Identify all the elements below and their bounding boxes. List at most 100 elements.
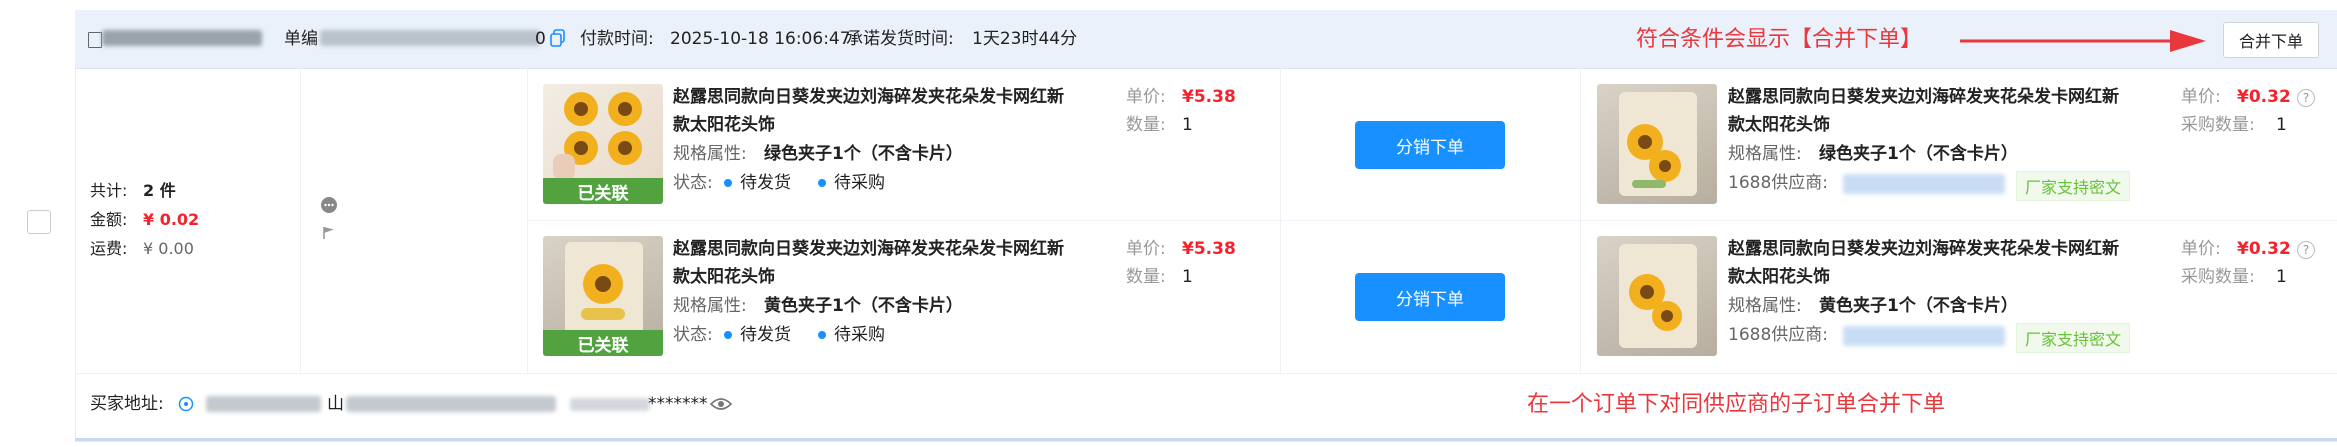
product-image[interactable]: 已关联 <box>543 236 663 356</box>
product-title-line2[interactable]: 款太阳花头饰 <box>673 114 775 136</box>
distribution-order-button[interactable]: 分销下单 <box>1355 273 1505 321</box>
status-label: 状态: <box>673 173 713 193</box>
linked-tag: 已关联 <box>543 330 663 356</box>
status-dot <box>818 331 826 339</box>
product-title-line1[interactable]: 赵露思同款向日葵发夹边刘海碎发夹花朵发卡网红新 <box>673 238 1064 260</box>
spec-label: 规格属性: <box>673 144 747 164</box>
order-number-mask <box>102 30 262 46</box>
status-pending-ship-text: 待发货 <box>740 173 791 193</box>
top-annotation: 符合条件会显示【合并下单】 <box>1636 27 1923 52</box>
status-pending-ship: 待发货 <box>718 172 791 194</box>
address-mask-1 <box>206 396 321 412</box>
order-card <box>75 10 2337 442</box>
status-pending-ship: 待发货 <box>718 324 791 346</box>
status-pending-purchase: 待采购 <box>812 324 885 346</box>
price-value: ¥5.38 <box>1182 87 1236 107</box>
ship-promise-value: 1天23时44分 <box>972 29 1078 49</box>
ship-promise-label: 承诺发货时间: <box>846 29 954 49</box>
linked-tag: 已关联 <box>543 178 663 204</box>
price-label: 单价: <box>1126 87 1166 107</box>
supplier-spec-value: 黄色夹子1个（不含卡片） <box>1819 296 2018 316</box>
bottom-annotation: 在一个订单下对同供应商的子订单合并下单 <box>1527 392 1946 417</box>
purchase-qty-value: 1 <box>2276 115 2287 135</box>
supplier-name-mask <box>1843 174 2005 194</box>
order-icon <box>88 32 102 48</box>
supplier-price-label: 单价: <box>2181 239 2221 259</box>
location-icon <box>178 396 194 412</box>
encryption-support-badge: 厂家支持密文 <box>2016 171 2131 201</box>
supplier-product-image[interactable] <box>1597 84 1717 204</box>
arrow-icon <box>1960 30 2206 52</box>
help-icon[interactable]: ? <box>2297 241 2315 259</box>
help-icon[interactable]: ? <box>2297 89 2315 107</box>
status-pending-ship-text: 待发货 <box>740 325 791 345</box>
qty-value: 1 <box>1182 115 1193 135</box>
supplier-spec-value: 绿色夹子1个（不含卡片） <box>1819 144 2018 164</box>
status-pending-purchase-text: 待采购 <box>834 325 885 345</box>
status-dot <box>818 179 826 187</box>
supplier-title-line2[interactable]: 款太阳花头饰 <box>1728 114 1830 136</box>
row-divider <box>527 220 2337 221</box>
price-value: ¥5.38 <box>1182 239 1236 259</box>
sunflower-card-illustration <box>1619 92 1697 196</box>
purchase-qty-label: 采购数量: <box>2181 267 2255 287</box>
status-label: 状态: <box>673 325 713 345</box>
qty-value: 1 <box>1182 267 1193 287</box>
address-mask-3 <box>570 398 650 411</box>
distribution-order-button[interactable]: 分销下单 <box>1355 121 1505 169</box>
status-pending-purchase: 待采购 <box>812 172 885 194</box>
supplier-product-image[interactable] <box>1597 236 1717 356</box>
divider-summary <box>300 68 301 373</box>
supplier-title-line2[interactable]: 款太阳花头饰 <box>1728 266 1830 288</box>
order-number-label: 单编 <box>284 29 318 49</box>
supplier-name-mask <box>1843 326 2005 346</box>
supplier-title-line1[interactable]: 赵露思同款向日葵发夹边刘海碎发夹花朵发卡网红新 <box>1728 238 2119 260</box>
supplier-spec-label: 规格属性: <box>1728 144 1802 164</box>
purchase-qty-label: 采购数量: <box>2181 115 2255 135</box>
address-masked-text: ******* <box>648 394 708 414</box>
eye-icon[interactable] <box>710 397 732 411</box>
product-image[interactable]: 已关联 <box>543 84 663 204</box>
amount-value: ¥ 0.02 <box>143 210 200 229</box>
supplier-price-value: ¥0.32 <box>2237 239 2291 259</box>
pay-time-value: 2025-10-18 16:06:47 <box>670 29 851 49</box>
address-label: 买家地址: <box>90 394 164 414</box>
product-title-line1[interactable]: 赵露思同款向日葵发夹边刘海碎发夹花朵发卡网红新 <box>673 86 1064 108</box>
address-char: 山 <box>327 394 344 414</box>
merge-order-button[interactable]: 合并下单 <box>2223 22 2319 58</box>
product-title-line2[interactable]: 款太阳花头饰 <box>673 266 775 288</box>
card-bottom-border <box>75 438 2337 441</box>
supplier-price-value: ¥0.32 <box>2237 87 2291 107</box>
order-id-tail: 0 <box>535 29 546 49</box>
supplier-name-label: 1688供应商: <box>1728 173 1828 193</box>
comment-icon[interactable] <box>320 196 338 214</box>
qty-label: 数量: <box>1126 267 1166 287</box>
qty-label: 数量: <box>1126 115 1166 135</box>
status-pending-purchase-text: 待采购 <box>834 173 885 193</box>
supplier-spec-label: 规格属性: <box>1728 296 1802 316</box>
shipping-label: 运费: <box>90 239 128 258</box>
select-checkbox[interactable] <box>27 210 51 234</box>
supplier-title-line1[interactable]: 赵露思同款向日葵发夹边刘海碎发夹花朵发卡网红新 <box>1728 86 2119 108</box>
total-count: 2 件 <box>143 181 176 200</box>
address-divider <box>75 373 2337 374</box>
encryption-support-badge: 厂家支持密文 <box>2016 323 2131 353</box>
pay-time-label: 付款时间: <box>580 29 654 49</box>
amount-label: 金额: <box>90 210 128 229</box>
shipping-value: ¥ 0.00 <box>143 239 194 258</box>
flag-icon[interactable] <box>322 226 336 240</box>
spec-value: 黄色夹子1个（不含卡片） <box>764 296 963 316</box>
order-id-mask <box>320 30 540 46</box>
status-dot <box>724 179 732 187</box>
sunflower-card-illustration <box>1619 244 1697 348</box>
spec-label: 规格属性: <box>673 296 747 316</box>
price-label: 单价: <box>1126 239 1166 259</box>
spec-value: 绿色夹子1个（不含卡片） <box>764 144 963 164</box>
address-mask-2 <box>346 396 556 412</box>
supplier-name-label: 1688供应商: <box>1728 325 1828 345</box>
supplier-price-label: 单价: <box>2181 87 2221 107</box>
total-label: 共计: <box>90 181 128 200</box>
purchase-qty-value: 1 <box>2276 267 2287 287</box>
status-dot <box>724 331 732 339</box>
copy-icon[interactable] <box>550 29 566 47</box>
